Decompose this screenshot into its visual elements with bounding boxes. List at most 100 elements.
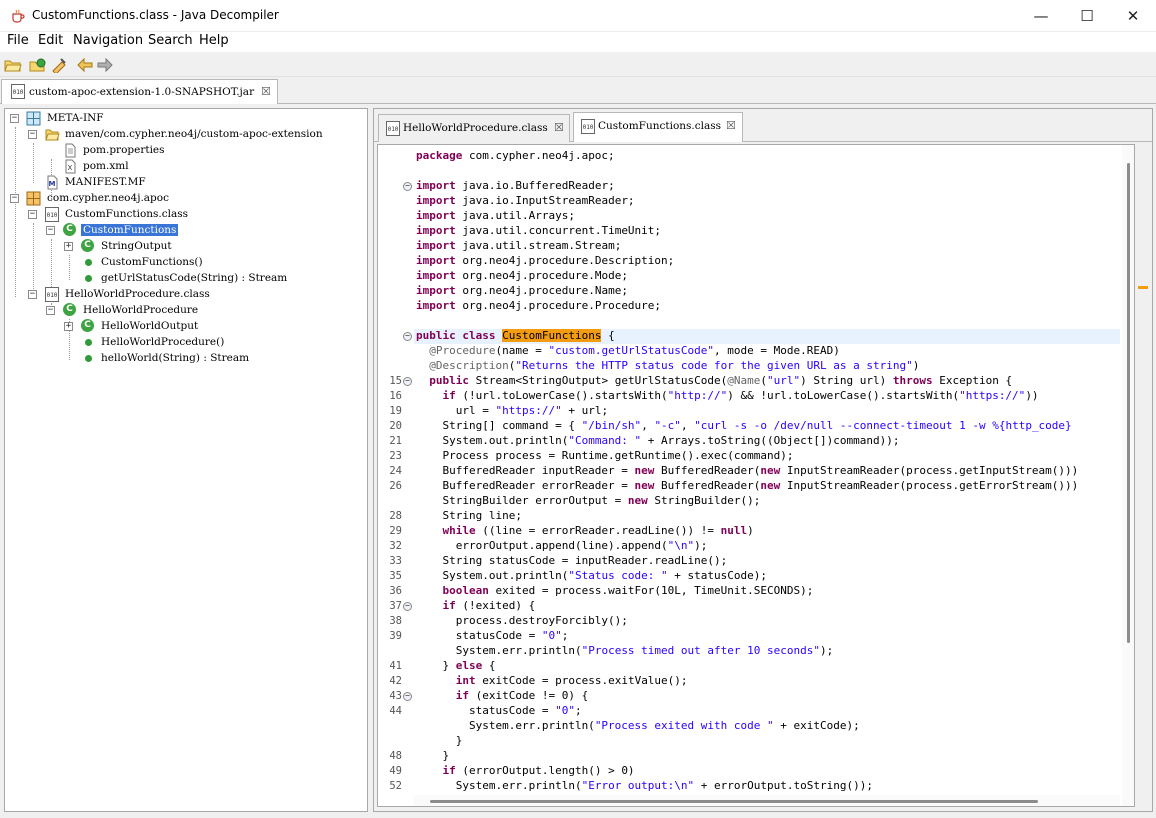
inner-class-icon: C: [81, 319, 94, 332]
expand-toggle[interactable]: +: [64, 242, 73, 251]
horizontal-scrollbar[interactable]: [414, 795, 1120, 806]
tree-node-maven-folder[interactable]: − maven/com.cypher.neo4j/custom-apoc-ext…: [5, 127, 365, 143]
open-type-icon[interactable]: [29, 57, 47, 73]
title-bar: CustomFunctions.class - Java Decompiler …: [0, 0, 1156, 32]
fold-toggle-icon[interactable]: −: [403, 182, 412, 191]
menu-file[interactable]: File: [7, 33, 29, 48]
jar-file-icon: 010: [11, 84, 25, 99]
inner-class-icon: C: [81, 239, 94, 252]
menu-navigation[interactable]: Navigation: [73, 33, 143, 48]
fold-toggle-icon[interactable]: −: [403, 602, 412, 611]
code-line: boolean exited = process.waitFor(10L, Ti…: [442, 584, 814, 597]
code-line: if (errorOutput.length() > 0): [442, 764, 635, 777]
line-number: 16: [389, 390, 402, 402]
code-line: package com.cypher.neo4j.apoc;: [416, 149, 615, 162]
tree-node-constructor[interactable]: CustomFunctions(): [5, 255, 365, 271]
tree-node-label: helloWorld(String) : Stream: [101, 352, 250, 364]
close-tab-icon[interactable]: ☒: [726, 119, 736, 132]
code-line: import java.io.BufferedReader;: [416, 179, 615, 192]
code-line: System.err.println("Process timed out af…: [416, 644, 834, 657]
tree-node-helloworldprocedure[interactable]: − C HelloWorldProcedure: [5, 303, 365, 319]
line-number: 21: [389, 435, 402, 447]
menu-search[interactable]: Search: [148, 33, 193, 48]
tree-node-pom-properties[interactable]: pom.properties: [5, 143, 365, 159]
vertical-scroll-thumb[interactable]: [1127, 163, 1130, 643]
close-button[interactable]: ✕: [1110, 0, 1156, 32]
archive-tab-label: custom-apoc-extension-1.0-SNAPSHOT.jar: [29, 86, 255, 98]
code-line: import java.util.concurrent.TimeUnit;: [416, 224, 662, 237]
menu-help[interactable]: Help: [199, 33, 229, 48]
line-number: 29: [389, 525, 402, 537]
tree-node-helloworld-method[interactable]: helloWorld(String) : Stream: [5, 351, 365, 367]
code-line: System.err.println("Error output:\n" + e…: [416, 779, 873, 792]
archive-tab-bar: 010 custom-apoc-extension-1.0-SNAPSHOT.j…: [0, 78, 1156, 104]
code-line: import org.neo4j.procedure.Mode;: [416, 269, 628, 282]
collapse-toggle[interactable]: −: [28, 290, 37, 299]
tree-node-label: getUrlStatusCode(String) : Stream: [101, 272, 288, 284]
horizontal-scroll-thumb[interactable]: [430, 800, 1038, 803]
archive-tab[interactable]: 010 custom-apoc-extension-1.0-SNAPSHOT.j…: [1, 79, 278, 104]
tree-node-label: CustomFunctions: [81, 224, 179, 236]
tree-node-stringoutput[interactable]: + C StringOutput: [5, 239, 365, 255]
tree-node-helloworldoutput[interactable]: + C HelloWorldOutput: [5, 319, 365, 335]
vertical-scrollbar[interactable]: [1122, 145, 1134, 806]
minimize-button[interactable]: —: [1018, 0, 1064, 32]
package-icon: [26, 111, 41, 126]
collapse-toggle[interactable]: −: [46, 226, 55, 235]
code-line: if (!exited) {: [442, 599, 536, 612]
tree-node-helloworld-constructor[interactable]: HelloWorldProcedure(): [5, 335, 365, 351]
code-line: import org.neo4j.procedure.Description;: [416, 254, 675, 267]
editor-tab-bar: 010 HelloWorldProcedure.class ☒ 010 Cust…: [374, 109, 1152, 142]
line-number: 26: [389, 480, 402, 492]
tab-customfunctions[interactable]: 010 CustomFunctions.class ☒: [573, 112, 743, 142]
code-line: }: [416, 749, 450, 762]
tree-node-label: StringOutput: [101, 240, 172, 252]
expand-toggle[interactable]: +: [64, 322, 73, 331]
collapse-toggle[interactable]: −: [46, 306, 55, 315]
code-line: import java.util.stream.Stream;: [416, 239, 622, 252]
collapse-toggle[interactable]: −: [10, 114, 19, 123]
tree-node-customfunctions[interactable]: − C CustomFunctions: [5, 223, 365, 239]
tree-node-package[interactable]: − com.cypher.neo4j.apoc: [5, 191, 365, 207]
collapse-toggle[interactable]: −: [28, 210, 37, 219]
open-type-hierarchy-icon[interactable]: [50, 57, 68, 73]
line-number: 39: [389, 630, 402, 642]
tree-node-geturlstatuscode[interactable]: getUrlStatusCode(String) : Stream: [5, 271, 365, 287]
close-tab-icon[interactable]: ☒: [261, 85, 271, 98]
line-number: 15: [389, 375, 402, 387]
line-number: 41: [389, 660, 402, 672]
fold-toggle-icon[interactable]: −: [403, 377, 412, 386]
fold-toggle-icon[interactable]: −: [403, 692, 412, 701]
tree-node-pom-xml[interactable]: X pom.xml: [5, 159, 365, 175]
occurrence-marker[interactable]: [1138, 286, 1148, 289]
back-icon[interactable]: [76, 57, 94, 73]
collapse-toggle[interactable]: −: [10, 194, 19, 203]
code-line: process.destroyForcibly();: [416, 614, 628, 627]
fold-toggle-icon[interactable]: −: [403, 332, 412, 341]
tree-node-helloworld-class[interactable]: − 010 HelloWorldProcedure.class: [5, 287, 365, 303]
collapse-toggle[interactable]: −: [28, 130, 37, 139]
tree-node-customfunctions-class[interactable]: − 010 CustomFunctions.class: [5, 207, 365, 223]
tree-node-label: pom.xml: [83, 160, 129, 172]
xml-file-icon: X: [65, 159, 76, 174]
menu-edit[interactable]: Edit: [38, 33, 63, 48]
editor-panel: 010 HelloWorldProcedure.class ☒ 010 Cust…: [373, 108, 1153, 812]
tab-label: HelloWorldProcedure.class: [403, 122, 548, 134]
code-editor[interactable]: − −15−16 19 20 21 23 24 26 28 29 32 33 35 36 37−38 39 41…: [377, 144, 1135, 807]
method-icon: [85, 355, 92, 362]
forward-icon[interactable]: [96, 57, 114, 73]
overview-ruler[interactable]: [1136, 144, 1152, 807]
tree-node-manifest[interactable]: M MANIFEST.MF: [5, 175, 365, 191]
tab-label: CustomFunctions.class: [598, 120, 722, 132]
code-line: } else {: [416, 659, 496, 672]
close-tab-icon[interactable]: ☒: [554, 121, 564, 134]
code-line: if (exitCode != 0) {: [455, 689, 589, 702]
open-file-icon[interactable]: [4, 57, 22, 73]
tree-node-label: HelloWorldProcedure: [83, 304, 199, 316]
line-number: 37: [389, 600, 402, 612]
package-tree[interactable]: − META-INF − maven/com.cypher.neo4j/cust…: [4, 108, 368, 812]
tree-node-meta-inf[interactable]: − META-INF: [5, 111, 365, 127]
maximize-button[interactable]: ☐: [1064, 0, 1110, 32]
code-line: int exitCode = process.exitValue();: [455, 674, 688, 687]
tab-helloworldprocedure[interactable]: 010 HelloWorldProcedure.class ☒: [378, 114, 570, 142]
